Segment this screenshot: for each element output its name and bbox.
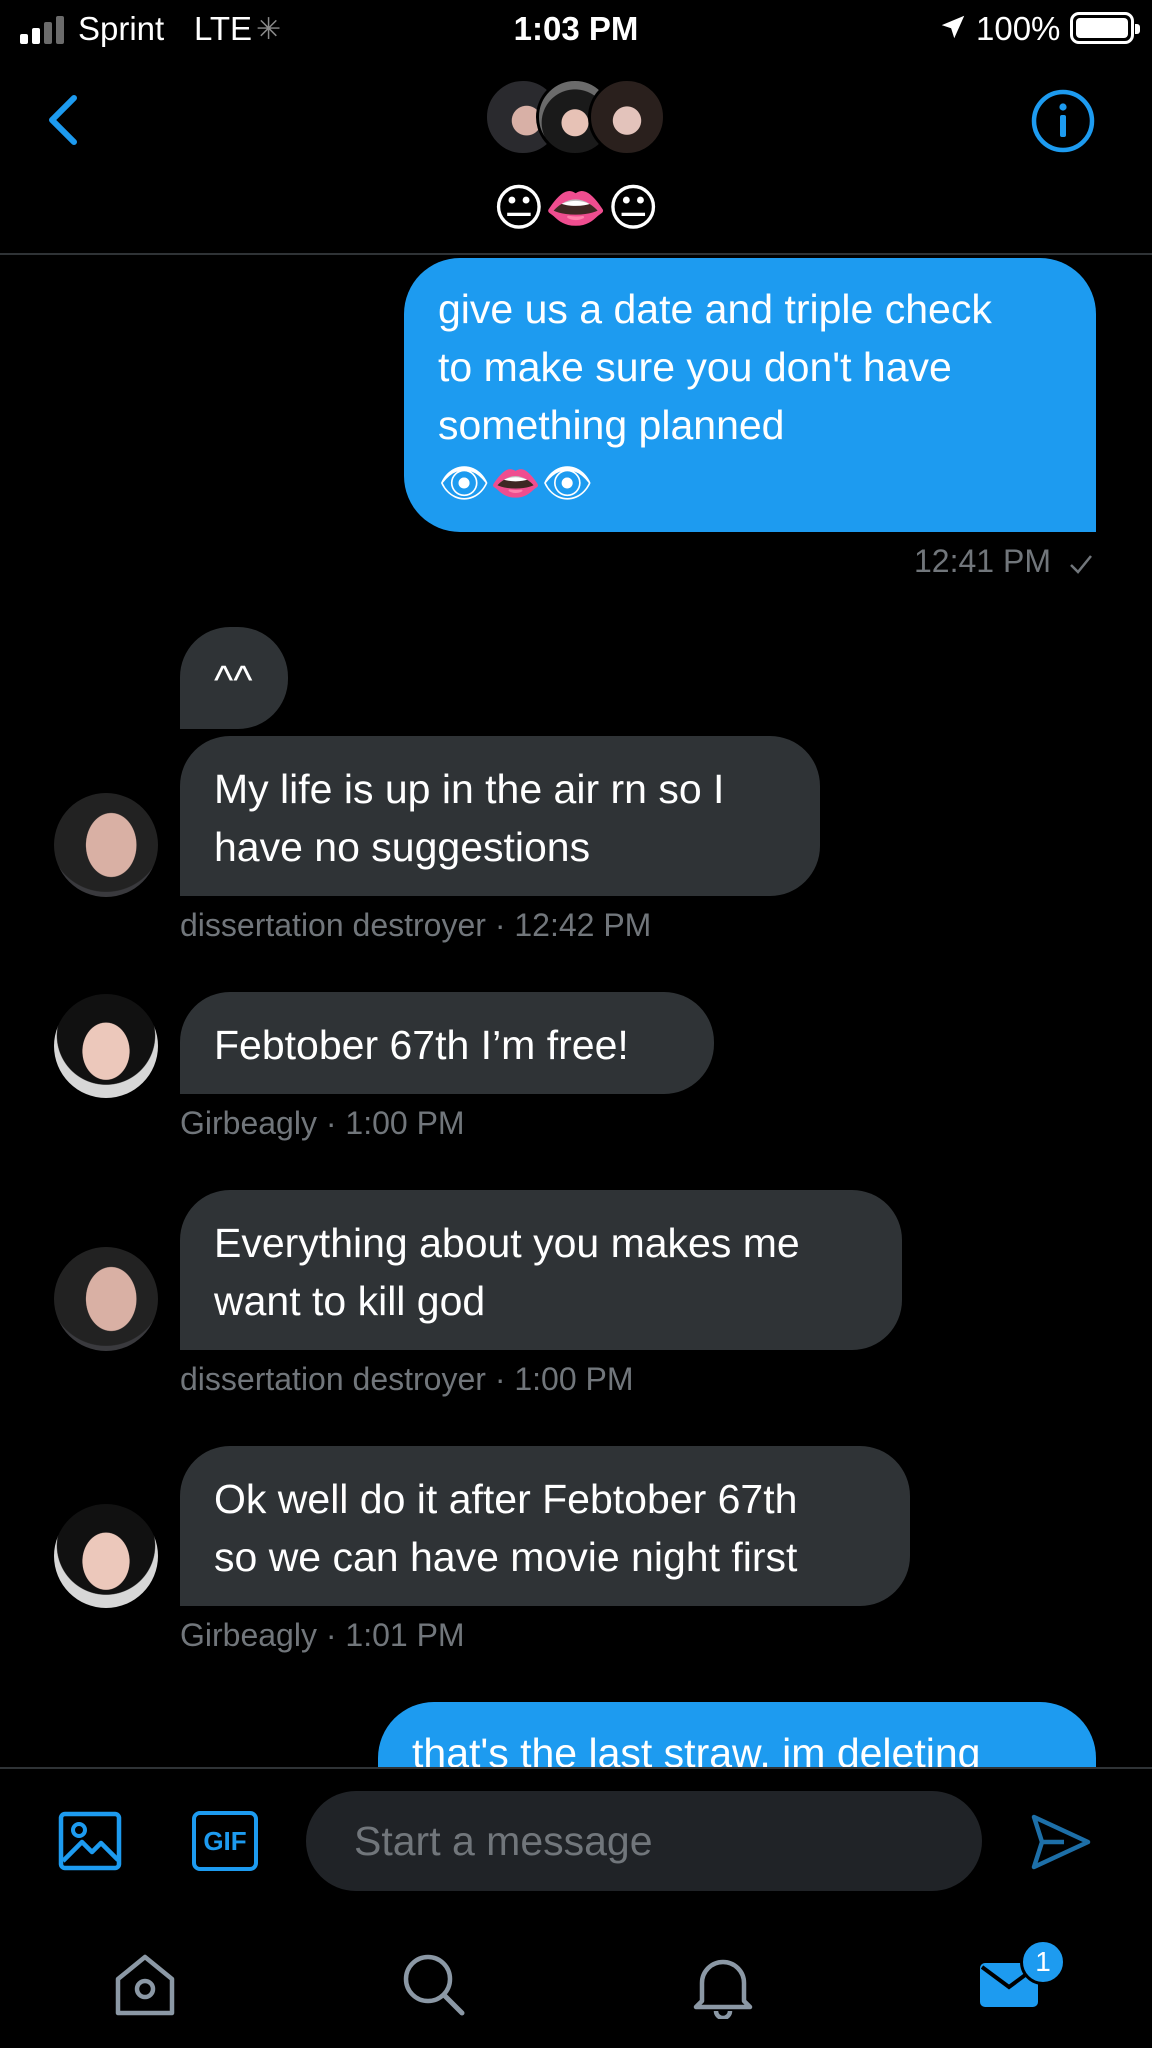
- incoming-message-bubble[interactable]: My life is up in the air rn so I have no…: [180, 736, 820, 896]
- incoming-message-bubble[interactable]: ^^: [180, 627, 288, 729]
- message-input[interactable]: [306, 1791, 982, 1891]
- search-tab-icon[interactable]: [398, 1949, 468, 2019]
- message-text: to make sure you don't have: [438, 344, 952, 390]
- home-tab-icon[interactable]: [110, 1949, 180, 2019]
- message-meta: Girbeagly · 1:00 PM: [180, 1105, 465, 1141]
- location-arrow-icon: [941, 15, 965, 39]
- send-icon[interactable]: [1030, 1813, 1092, 1871]
- incoming-message-bubble[interactable]: Ok well do it after Febtober 67th so we …: [180, 1446, 910, 1606]
- message-meta: dissertation destroyer · 12:42 PM: [180, 907, 652, 943]
- battery-icon: [1070, 12, 1140, 44]
- message-text: want to kill god: [214, 1278, 486, 1324]
- message-text: My life is up in the air rn so I: [214, 766, 725, 812]
- avatar-girbeagly[interactable]: [54, 994, 158, 1098]
- tab-bar: 1: [0, 1907, 1152, 2048]
- message-composer: GIF: [0, 1767, 1152, 1907]
- back-chevron-icon[interactable]: [40, 90, 90, 150]
- message-text: so we can have movie night first: [214, 1534, 798, 1580]
- group-avatars[interactable]: [484, 78, 666, 158]
- message-meta: Girbeagly · 1:01 PM: [180, 1617, 465, 1653]
- message-text: give us a date and triple check: [438, 286, 992, 332]
- message-text: 👁👄👁: [438, 460, 594, 506]
- avatar: [588, 78, 666, 156]
- message-text: Everything about you makes me: [214, 1220, 800, 1266]
- avatar-dissertation-destroyer[interactable]: [54, 793, 158, 897]
- message-text: something planned: [438, 402, 785, 448]
- conversation-header: 😐👄😐: [0, 60, 1152, 255]
- info-icon[interactable]: [1030, 88, 1096, 154]
- avatar-dissertation-destroyer[interactable]: [54, 1247, 158, 1351]
- battery-percentage: 100%: [976, 10, 1061, 47]
- message-text: Ok well do it after Febtober 67th: [214, 1476, 798, 1522]
- outgoing-message-bubble[interactable]: give us a date and triple check to make …: [404, 258, 1096, 532]
- timestamp-text: 12:41 PM: [914, 543, 1051, 579]
- status-bar: Sprint LTE ✳ 1:03 PM 100%: [0, 0, 1152, 60]
- incoming-message-bubble[interactable]: Febtober 67th I’m free!: [180, 992, 714, 1094]
- gif-button[interactable]: GIF: [192, 1811, 258, 1871]
- message-timestamp: 12:41 PM: [914, 543, 1094, 580]
- message-text: Febtober 67th I’m free!: [214, 1022, 629, 1068]
- outgoing-message-bubble[interactable]: that's the last straw. im deleting: [378, 1702, 1096, 1767]
- sent-check-icon: [1069, 554, 1092, 574]
- message-text: ^^: [214, 657, 253, 703]
- avatar-girbeagly[interactable]: [54, 1504, 158, 1608]
- dm-conversation-screen: Sprint LTE ✳ 1:03 PM 100% 😐👄😐 give us a …: [0, 0, 1152, 2048]
- messages-badge: 1: [1020, 1939, 1066, 1985]
- message-list[interactable]: give us a date and triple check to make …: [0, 257, 1152, 1767]
- group-name[interactable]: 😐👄😐: [0, 178, 1152, 238]
- incoming-message-bubble[interactable]: Everything about you makes me want to ki…: [180, 1190, 902, 1350]
- message-meta: dissertation destroyer · 1:00 PM: [180, 1361, 634, 1397]
- message-text: have no suggestions: [214, 824, 591, 870]
- notifications-tab-icon[interactable]: [688, 1949, 758, 2019]
- image-icon[interactable]: [58, 1811, 122, 1871]
- message-text: that's the last straw. im deleting: [412, 1730, 981, 1767]
